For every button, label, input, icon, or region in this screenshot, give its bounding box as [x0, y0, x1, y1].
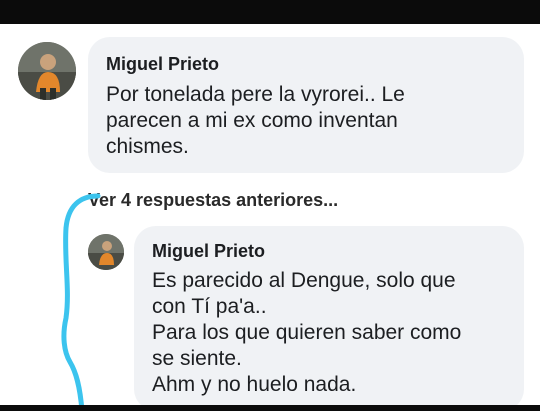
reply-avatar[interactable] — [88, 234, 124, 270]
reply-author[interactable]: Miguel Prieto — [152, 241, 265, 262]
profile-photo-icon — [18, 42, 76, 100]
reply-text: Es parecido al Dengue, solo que con Tí p… — [152, 268, 461, 398]
bottom-black-bar — [0, 405, 540, 411]
reply-text-line: Para los que quieren saber como — [152, 321, 462, 344]
view-previous-replies-link[interactable]: Ver 4 respuestas anteriores... — [88, 190, 338, 211]
comment-text-line: parecen a mi ex como inventan — [106, 109, 398, 132]
comment-text-line: Por tonelada pere la vyrorei.. Le — [106, 83, 405, 106]
avatar[interactable] — [18, 42, 76, 100]
reply-text-line: con Tí pa'a.. — [152, 295, 267, 318]
reply-text-line: se siente. — [152, 347, 242, 370]
reply-text-line: Es parecido al Dengue, solo que — [152, 269, 456, 292]
comment-text-line: chismes. — [106, 135, 189, 158]
profile-photo-icon — [88, 234, 124, 270]
top-black-bar — [0, 0, 540, 24]
comment-author[interactable]: Miguel Prieto — [106, 54, 219, 75]
reply-text-line: Ahm y no huelo nada. — [152, 373, 357, 396]
comment-text: Por tonelada pere la vyrorei.. Le parece… — [106, 82, 405, 160]
